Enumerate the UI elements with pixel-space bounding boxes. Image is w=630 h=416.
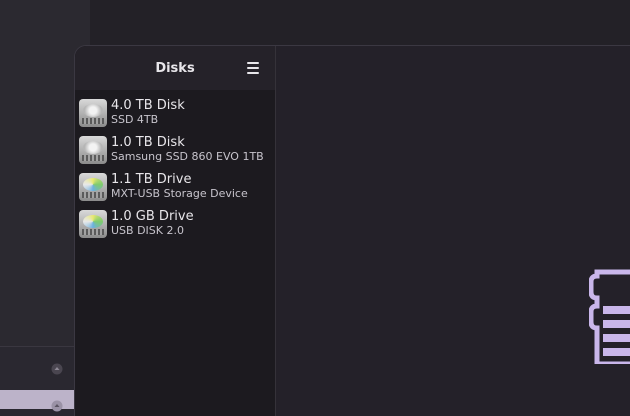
drive-illustration-icon: [589, 269, 630, 364]
hamburger-menu-icon: [247, 62, 259, 64]
sidebar-title: Disks: [155, 60, 195, 76]
disk-list: 4.0 TB Disk SSD 4TB 1.0 TB Disk Samsung …: [75, 90, 275, 242]
eject-icon: [51, 363, 63, 375]
hard-disk-icon: [79, 98, 107, 127]
background-list-row: [0, 346, 74, 391]
hamburger-menu-icon-line: [247, 67, 259, 69]
disks-window: Disks 4.0 TB Disk SSD 4TB 1.0 TB Disk Sa…: [74, 45, 630, 416]
disk-subtitle: Samsung SSD 860 EVO 1TB: [111, 149, 264, 163]
hard-disk-icon: [79, 135, 107, 164]
disk-subtitle: SSD 4TB: [111, 112, 159, 126]
hamburger-menu-icon-line: [247, 72, 259, 74]
disk-name: 1.1 TB Drive: [111, 171, 192, 187]
background-app-header: [90, 0, 630, 46]
usb-drive-icon: [79, 209, 107, 238]
hard-disk-icon-platter: [83, 140, 103, 154]
main-menu-button[interactable]: [245, 60, 261, 76]
disk-name: 1.0 TB Disk: [111, 134, 185, 150]
main-content-area: [276, 46, 630, 416]
disk-list-item[interactable]: 1.1 TB Drive MXT-USB Storage Device: [75, 168, 275, 205]
sidebar-header: Disks: [75, 46, 275, 90]
disk-subtitle: USB DISK 2.0: [111, 223, 184, 237]
hard-disk-icon-vents: [82, 154, 104, 161]
usb-drive-icon-platter: [83, 177, 103, 191]
hard-disk-icon-platter: [83, 103, 103, 117]
disks-sidebar: Disks 4.0 TB Disk SSD 4TB 1.0 TB Disk Sa…: [75, 46, 276, 416]
disk-list-item[interactable]: 1.0 TB Disk Samsung SSD 860 EVO 1TB: [75, 131, 275, 168]
background-list-row-selected: [0, 390, 74, 412]
usb-drive-icon-platter: [83, 214, 103, 228]
usb-drive-icon-vents: [82, 228, 104, 235]
disk-subtitle: MXT-USB Storage Device: [111, 186, 248, 200]
disk-list-item[interactable]: 1.0 GB Drive USB DISK 2.0: [75, 205, 275, 242]
disk-name: 1.0 GB Drive: [111, 208, 194, 224]
eject-icon: [51, 400, 63, 412]
usb-drive-icon: [79, 172, 107, 201]
disk-list-item[interactable]: 4.0 TB Disk SSD 4TB: [75, 94, 275, 131]
hard-disk-icon-vents: [82, 117, 104, 124]
usb-drive-icon-vents: [82, 191, 104, 198]
disk-name: 4.0 TB Disk: [111, 97, 185, 113]
